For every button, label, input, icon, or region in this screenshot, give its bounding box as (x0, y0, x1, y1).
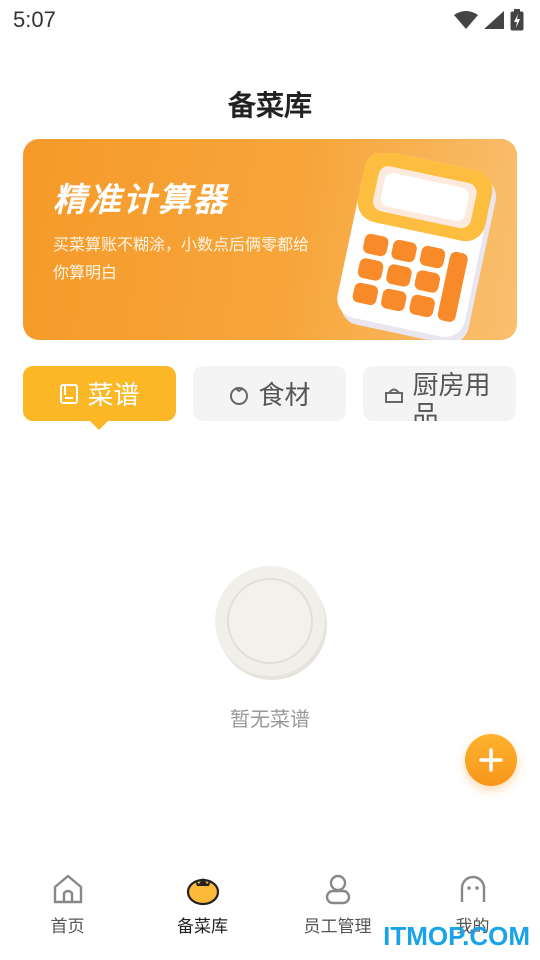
active-tab-pointer (90, 421, 108, 430)
nav-label: 首页 (50, 917, 85, 937)
nav-home[interactable]: 首页 (0, 872, 135, 952)
book-icon (60, 383, 79, 404)
status-time: 5:07 (13, 7, 56, 32)
nav-prep-library[interactable]: 备菜库 (135, 872, 270, 952)
banner-subtitle: 买菜算账不糊涂，小数点后俩零都给你算明白 (53, 235, 310, 282)
plate-icon (215, 566, 327, 680)
tab-label: 厨房用品 (412, 371, 491, 421)
tab-kitchenware[interactable]: 厨房用品 (363, 366, 516, 421)
home-icon (53, 874, 82, 904)
watermark: ITMOP.COM (383, 921, 530, 951)
plus-icon (479, 748, 503, 772)
add-recipe-button[interactable] (465, 734, 517, 786)
status-bar: 5:07 (0, 0, 540, 40)
tab-ingredients[interactable]: 食材 (193, 366, 346, 421)
screen: 5:07 备菜库 精准计算器 买菜算账不糊涂，小数点后俩零都给你算明白 菜谱 食… (0, 0, 540, 960)
pot-icon (384, 388, 403, 403)
tab-recipes[interactable]: 菜谱 (23, 366, 176, 421)
face-icon (460, 875, 485, 902)
wifi-icon (454, 11, 478, 29)
tab-label: 菜谱 (87, 381, 140, 411)
tab-label: 食材 (258, 381, 311, 411)
category-tabs: 菜谱 食材 厨房用品 (23, 366, 517, 430)
nav-label: 备菜库 (177, 917, 228, 937)
calculator-icon (337, 153, 497, 340)
calculator-banner[interactable]: 精准计算器 买菜算账不糊涂，小数点后俩零都给你算明白 (23, 139, 517, 340)
nav-label: 员工管理 (303, 917, 372, 937)
signal-icon (484, 11, 504, 29)
page-title: 备菜库 (227, 89, 312, 122)
person-icon (325, 874, 350, 905)
banner-title: 精准计算器 (53, 180, 228, 219)
tomato-icon (230, 386, 249, 405)
status-icons (454, 9, 524, 31)
battery-icon (510, 9, 524, 31)
tomato-icon (186, 878, 219, 906)
empty-state-text: 暂无菜谱 (230, 707, 310, 731)
